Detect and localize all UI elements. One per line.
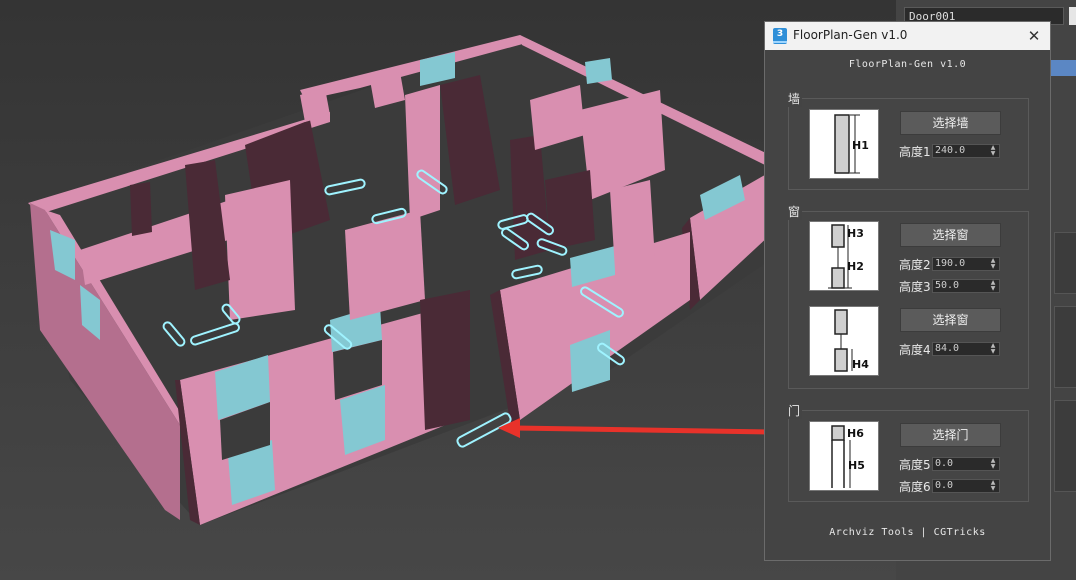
window-sill-diagram: H4 (809, 306, 879, 376)
select-window-button[interactable]: 选择窗 (900, 223, 1001, 247)
height4-value: 84.0 (935, 343, 960, 354)
object-color-swatch[interactable] (1069, 7, 1076, 25)
h6-label: H6 (847, 427, 864, 440)
height2-value: 190.0 (935, 258, 966, 269)
spinner-arrows-icon[interactable]: ▲ ▼ (989, 343, 997, 355)
h5-label: H5 (848, 459, 865, 472)
h1-label: H1 (852, 139, 869, 152)
height6-label: 高度6 (899, 480, 931, 494)
height2-label: 高度2 (899, 258, 931, 272)
height1-value: 240.0 (935, 145, 966, 156)
dialog-title: FloorPlan-Gen v1.0 (793, 28, 908, 42)
dialog-footer: Archviz Tools | CGTricks (829, 527, 986, 538)
floorplan-gen-dialog: 3 FloorPlan-Gen v1.0 ✕ FloorPlan-Gen v1.… (764, 21, 1051, 561)
height5-label: 高度5 (899, 458, 931, 472)
height3-value: 50.0 (935, 280, 960, 291)
height5-value: 0.0 (935, 458, 954, 469)
h2-label: H2 (847, 260, 864, 273)
spinner-arrows-icon[interactable]: ▲ ▼ (989, 145, 997, 157)
h4-label: H4 (852, 358, 869, 371)
spinner-arrows-icon[interactable]: ▲ ▼ (989, 258, 997, 270)
select-window-button-2[interactable]: 选择窗 (900, 308, 1001, 332)
window-group-label: 窗 (788, 203, 803, 220)
height6-spinner[interactable]: 0.0 ▲ ▼ (932, 479, 1000, 493)
spinner-arrows-icon[interactable]: ▲ ▼ (989, 480, 997, 492)
door-height-diagram: H6 H5 (809, 421, 879, 491)
height3-spinner[interactable]: 50.0 ▲ ▼ (932, 279, 1000, 293)
height5-spinner[interactable]: 0.0 ▲ ▼ (932, 457, 1000, 471)
height3-label: 高度3 (899, 280, 931, 294)
height4-label: 高度4 (899, 343, 931, 357)
command-panel-rollout (1054, 400, 1076, 492)
select-door-button[interactable]: 选择门 (900, 423, 1001, 447)
spinner-arrows-icon[interactable]: ▲ ▼ (989, 458, 997, 470)
wall-height-diagram: H1 (809, 109, 879, 179)
height1-spinner[interactable]: 240.0 ▲ ▼ (932, 144, 1000, 158)
height6-value: 0.0 (935, 480, 954, 491)
dialog-title-bar[interactable]: 3 FloorPlan-Gen v1.0 ✕ (765, 22, 1050, 50)
window-height-diagram: H3 H2 (809, 221, 879, 291)
3dsmax-app-icon: 3 (773, 28, 787, 44)
spinner-arrows-icon[interactable]: ▲ ▼ (989, 280, 997, 292)
command-panel-rollout (1054, 306, 1076, 388)
command-panel-rollout (1054, 232, 1076, 294)
command-panel-tab[interactable] (1050, 60, 1076, 76)
h3-label: H3 (847, 227, 864, 240)
wall-group-label: 墙 (788, 90, 803, 107)
height2-spinner[interactable]: 190.0 ▲ ▼ (932, 257, 1000, 271)
dialog-header: FloorPlan-Gen v1.0 (848, 59, 967, 70)
height4-spinner[interactable]: 84.0 ▲ ▼ (932, 342, 1000, 356)
height1-label: 高度1 (899, 145, 931, 159)
select-wall-button[interactable]: 选择墙 (900, 111, 1001, 135)
close-icon[interactable]: ✕ (1024, 26, 1044, 46)
door-group-label: 门 (788, 402, 803, 419)
